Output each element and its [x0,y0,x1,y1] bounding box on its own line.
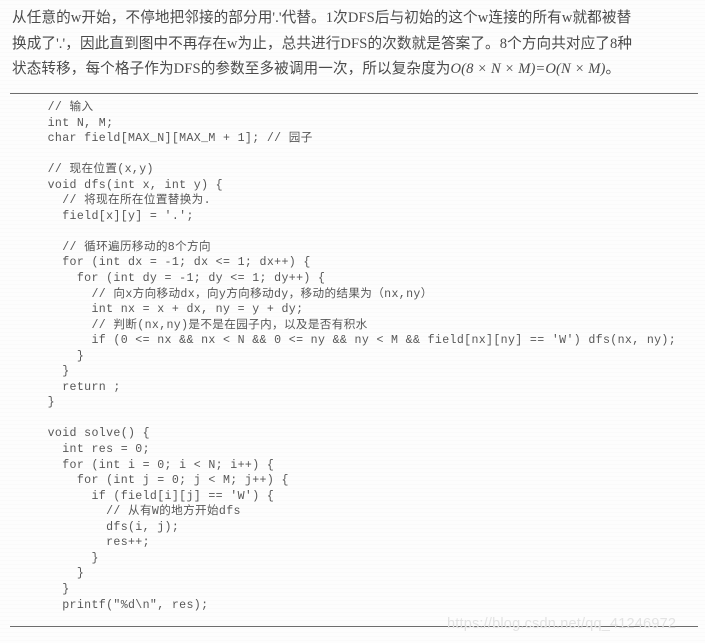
code-line: res++; [33,536,150,550]
code-line: for (int dx = -1; dx <= 1; dx++) { [33,256,311,270]
paragraph-line-3-text: 状态转移，每个格子作为DFS的参数至多被调用一次，所以复杂度为 [12,61,451,78]
watermark: https://blog.csdn.net/qq_41246972 [447,616,677,632]
code-line: int nx = x + dx, ny = y + dy; [33,303,304,317]
code-line: } [33,567,85,581]
code-line: } [33,582,70,596]
code-line: } [33,551,99,565]
code-line: int N, M; [33,116,114,130]
code-line: // 现在位置(x,y) [33,163,154,177]
paragraph-line-3: 状态转移，每个格子作为DFS的参数至多被调用一次，所以复杂度为O(8 × N ×… [12,57,696,83]
code-line: void dfs(int x, int y) { [33,178,223,192]
code-block: // 输入 int N, M; char field[MAX_N][MAX_M … [10,93,698,627]
code-line: dfs(i, j); [33,520,180,534]
code-line: for (int i = 0; i < N; i++) { [33,458,275,472]
code-line: for (int j = 0; j < M; j++) { [33,474,289,488]
complexity-formula: O(8 × N × M)=O(N × M) [450,61,606,78]
code-line: } [33,365,70,379]
code-line: return ; [33,380,121,394]
code-line: // 向x方向移动dx，向y方向移动dy，移动的结果为（nx,ny） [33,287,433,301]
paragraph-line-1: 从任意的w开始，不停地把邻接的部分用'.'代替。1次DFS后与初始的这个w连接的… [12,10,632,26]
paragraph-end-punctuation: 。 [605,61,621,78]
code-line: // 判断(nx,ny)是不是在园子内，以及是否有积水 [33,318,368,332]
code-line: for (int dy = -1; dy <= 1; dy++) { [33,272,326,286]
code-line: } [33,349,85,363]
code-line: printf("%d\n", res); [33,598,209,612]
code-line: if (0 <= nx && nx < N && 0 <= ny && ny <… [33,334,677,348]
code-line: // 从有W的地方开始dfs [33,505,241,519]
code-line: void solve() { [33,427,150,441]
code-line: if (field[i][j] == 'W') { [33,489,275,503]
code-line: } [33,396,55,410]
code-line: char field[MAX_N][MAX_M + 1]; // 园子 [33,132,313,146]
code-line: field[x][y] = '.'; [33,209,194,223]
paragraph-line-2: 换成了'.'，因此直到图中不再存在w为止，总共进行DFS的次数就是答案了。8个方… [12,35,633,52]
code-line: // 输入 [33,101,94,114]
intro-paragraph: 从任意的w开始，不停地把邻接的部分用'.'代替。1次DFS后与初始的这个w连接的… [12,6,696,83]
code-line: int res = 0; [33,443,150,457]
code-listing: // 输入 int N, M; char field[MAX_N][MAX_M … [33,100,676,613]
code-line: // 将现在所在位置替换为. [33,194,211,208]
code-line: // 循环遍历移动的8个方向 [33,240,211,254]
